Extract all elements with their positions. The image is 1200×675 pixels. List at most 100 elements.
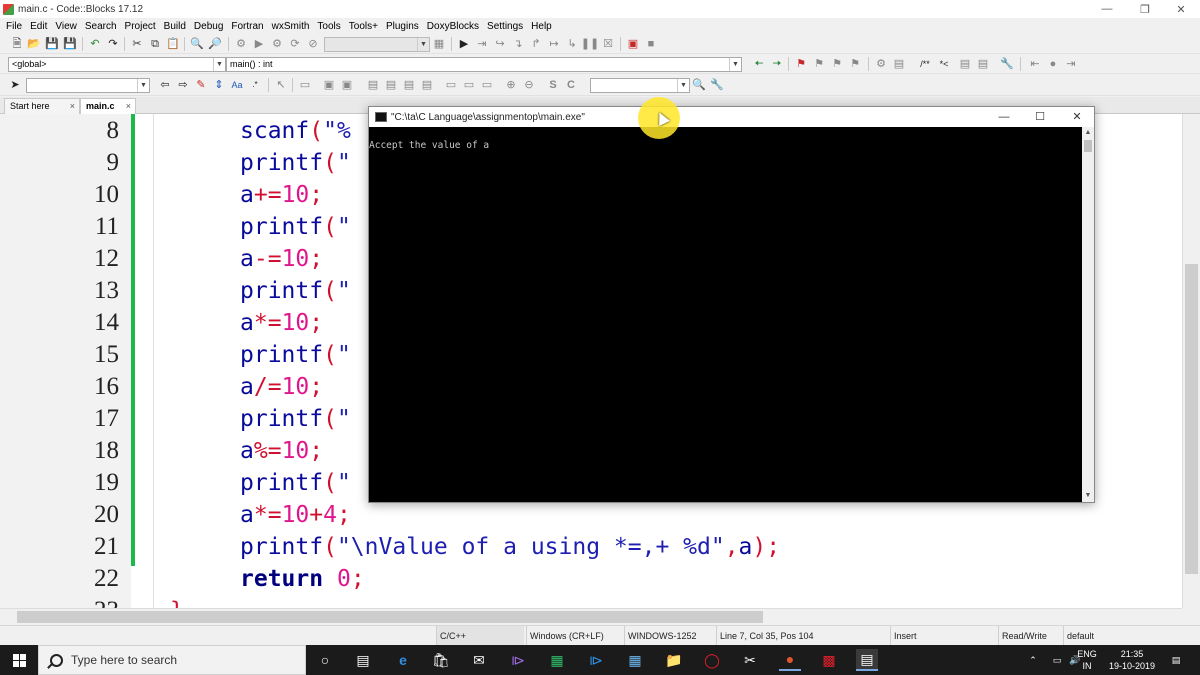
save-all-icon[interactable]: 💾 [63, 37, 77, 51]
prev-change-icon[interactable]: ⇤ [1028, 57, 1042, 71]
stop-debug-icon[interactable]: ☒ [601, 37, 615, 51]
start-button[interactable] [0, 645, 38, 675]
layout2-icon[interactable]: ▤ [384, 78, 398, 92]
search-text-combo[interactable]: ▼ [26, 78, 150, 93]
store-icon[interactable]: 🛍 [430, 649, 452, 671]
network-app-icon[interactable]: ▦ [624, 649, 646, 671]
edge-icon[interactable]: e [392, 649, 414, 671]
vertical-scroll-thumb[interactable] [1185, 264, 1198, 574]
box3-icon[interactable]: ▭ [480, 78, 494, 92]
rect-icon[interactable]: ▭ [298, 78, 312, 92]
copy-icon[interactable]: ⧉ [148, 37, 162, 51]
menu-project[interactable]: Project [121, 21, 160, 32]
redo-icon[interactable]: ↷ [106, 37, 120, 51]
console-close-button[interactable]: ✕ [1059, 107, 1095, 127]
selected-text-icon[interactable]: ⇕ [212, 78, 226, 92]
run-icon[interactable]: ▶ [252, 37, 266, 51]
doxy-line-comment-icon[interactable]: *< [936, 57, 952, 71]
next-bookmark-icon[interactable]: ⚑ [830, 57, 844, 71]
menu-wxsmith[interactable]: wxSmith [268, 21, 314, 32]
image2-icon[interactable]: ▣ [340, 78, 354, 92]
menu-plugins[interactable]: Plugins [382, 21, 423, 32]
battery-icon[interactable]: ▭ [1048, 645, 1066, 675]
editor-vertical-scrollbar[interactable] [1182, 114, 1200, 608]
select-pointer-icon[interactable]: ↖ [274, 78, 288, 92]
layout4-icon[interactable]: ▤ [420, 78, 434, 92]
menu-build[interactable]: Build [160, 21, 190, 32]
various-info-icon[interactable]: ■ [644, 37, 658, 51]
codeblocks-taskbar-icon[interactable]: ▤ [856, 649, 878, 671]
box1-icon[interactable]: ▭ [444, 78, 458, 92]
task-view-icon[interactable]: ▤ [352, 649, 374, 671]
rebuild-icon[interactable]: ⟳ [288, 37, 302, 51]
menu-view[interactable]: View [51, 21, 81, 32]
menu-debug[interactable]: Debug [190, 21, 227, 32]
undo-icon[interactable]: ↶ [88, 37, 102, 51]
spreadsheet-icon[interactable]: ▦ [546, 649, 568, 671]
open-file-icon[interactable]: 📂 [27, 37, 41, 51]
cortana-icon[interactable]: ○ [314, 649, 336, 671]
visual-studio-icon[interactable]: ⧐ [507, 649, 529, 671]
console-minimize-button[interactable]: — [986, 107, 1022, 127]
tray-overflow-icon[interactable]: ⌃ [1024, 645, 1042, 675]
new-file-icon[interactable]: 🗎 [10, 37, 24, 51]
doxy-extract-icon[interactable]: ▤ [892, 57, 906, 71]
powerpoint-icon[interactable]: ● [779, 649, 801, 671]
doxy-wizard-icon[interactable]: ⚙ [874, 57, 888, 71]
menu-fortran[interactable]: Fortran [227, 21, 267, 32]
thread-search-combo[interactable]: ▼ [590, 78, 690, 93]
forward-icon[interactable]: ⇨ [176, 78, 190, 92]
thread-search-icon[interactable]: 🔍 [692, 78, 706, 92]
layout3-icon[interactable]: ▤ [402, 78, 416, 92]
zoom-in-icon[interactable]: ⊕ [504, 78, 518, 92]
change-marker-icon[interactable]: ● [1046, 57, 1060, 71]
close-tab-icon[interactable]: × [126, 99, 131, 113]
editor-horizontal-scrollbar[interactable] [0, 608, 1182, 625]
tab-main-c[interactable]: main.c × [80, 98, 136, 114]
opera-icon[interactable]: ◯ [701, 649, 723, 671]
build-and-run-icon[interactable]: ⚙ [270, 37, 284, 51]
debug-windows-icon[interactable]: ▣ [626, 37, 640, 51]
layout1-icon[interactable]: ▤ [366, 78, 380, 92]
box2-icon[interactable]: ▭ [462, 78, 476, 92]
menu-doxyblocks[interactable]: DoxyBlocks [423, 21, 483, 32]
file-explorer-icon[interactable]: 📁 [663, 649, 685, 671]
notifications-icon[interactable]: ▤ [1164, 645, 1188, 675]
toggle-bookmark-icon[interactable]: ⚑ [794, 57, 808, 71]
console-title-bar[interactable]: "C:\ta\C Language\assignmentop\main.exe"… [369, 107, 1094, 127]
mail-icon[interactable]: ✉ [468, 649, 490, 671]
console-scroll-thumb[interactable] [1084, 140, 1092, 152]
doxy-html-icon[interactable]: ▤ [958, 57, 972, 71]
menu-tools[interactable]: Tools [313, 21, 344, 32]
horizontal-scroll-thumb[interactable] [17, 611, 763, 623]
image-icon[interactable]: ▣ [322, 78, 336, 92]
build-target-combo[interactable]: ▼ [324, 37, 430, 52]
snipping-icon[interactable]: ✂ [739, 649, 761, 671]
function-combo[interactable]: main() : int ▼ [226, 57, 742, 72]
doxy-block-comment-icon[interactable]: /** [914, 57, 936, 71]
jump-forward-icon[interactable]: 🠦 [770, 57, 784, 71]
scroll-up-icon[interactable]: ▲ [1082, 127, 1094, 139]
save-icon[interactable]: 💾 [45, 37, 59, 51]
thread-search-options-icon[interactable]: 🔧 [710, 78, 724, 92]
clock[interactable]: 21:35 19-10-2019 [1104, 645, 1160, 675]
doxy-chm-icon[interactable]: ▤ [976, 57, 990, 71]
menu-file[interactable]: File [2, 21, 26, 32]
console-scrollbar[interactable]: ▲ ▼ [1082, 127, 1094, 502]
step-into-icon[interactable]: ↴ [511, 37, 525, 51]
build-settings-icon[interactable]: ⚙ [234, 37, 248, 51]
cut-icon[interactable]: ✂ [130, 37, 144, 51]
step-out-icon[interactable]: ↱ [529, 37, 543, 51]
console-maximize-button[interactable]: ☐ [1022, 107, 1058, 127]
console-window[interactable]: "C:\ta\C Language\assignmentop\main.exe"… [368, 106, 1095, 503]
pause-icon[interactable]: ❚❚ [581, 37, 599, 51]
restore-button[interactable]: ❐ [1126, 0, 1164, 18]
clear-bookmarks-icon[interactable]: ⚑ [848, 57, 862, 71]
doxy-prefs-icon[interactable]: 🔧 [1000, 57, 1014, 71]
paste-icon[interactable]: 📋 [166, 37, 180, 51]
highlight-icon[interactable]: ✎ [194, 78, 208, 92]
next-change-icon[interactable]: ⇥ [1064, 57, 1078, 71]
jump-back-icon[interactable]: 🠤 [752, 57, 766, 71]
input-language[interactable]: ENG IN [1074, 645, 1100, 675]
regex-icon[interactable]: .* [248, 78, 262, 92]
